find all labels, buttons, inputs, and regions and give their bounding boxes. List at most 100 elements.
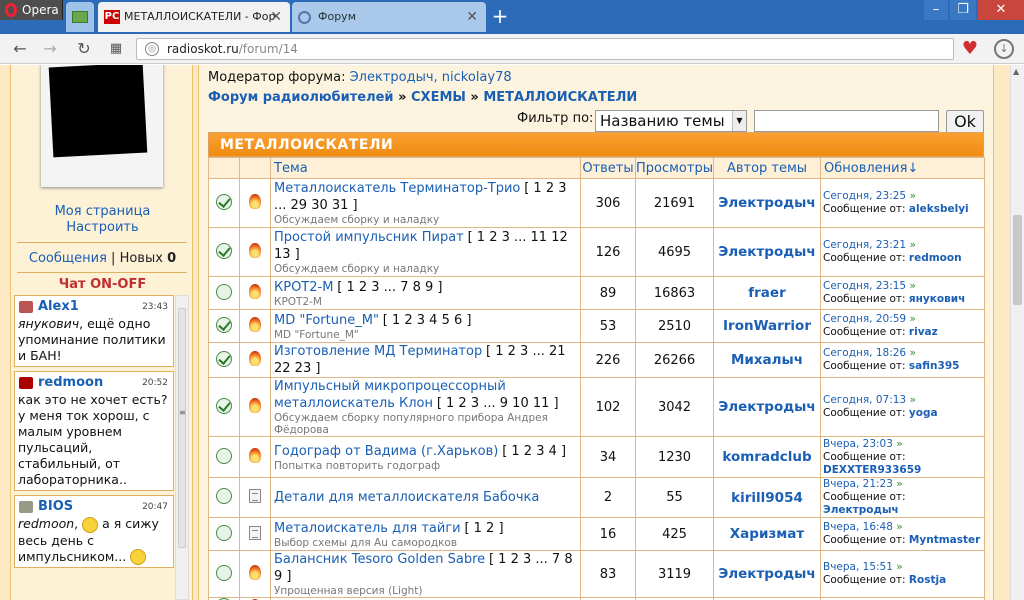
topic-author[interactable]: Харизмат (713, 517, 821, 551)
update-time[interactable]: Сегодня, 18:26 (823, 347, 906, 359)
topic-pages[interactable]: [ 1 2 3 4 ] (502, 444, 566, 459)
topic-link[interactable]: Балансник Tesoro Golden Sabre (274, 552, 485, 567)
chat-scrollbar[interactable]: ≡ (175, 295, 189, 600)
tab-mail[interactable] (66, 2, 94, 32)
hot-topic-icon (249, 351, 261, 366)
go-last-icon[interactable]: » (909, 239, 915, 251)
breadcrumb-metalloiskateli[interactable]: МЕТАЛЛОИСКАТЕЛИ (483, 90, 637, 105)
reload-icon[interactable]: ↻ (74, 39, 94, 59)
go-last-icon[interactable]: » (909, 190, 915, 202)
update-time[interactable]: Сегодня, 07:13 (823, 394, 906, 406)
col-topic[interactable]: Тема (270, 157, 581, 179)
chat-username[interactable]: BIOS (38, 499, 73, 515)
tab-metalloiskateli[interactable]: РС МЕТАЛЛОИСКАТЕЛИ - Фор ✕ (98, 2, 290, 32)
update-author[interactable]: Rostja (909, 574, 946, 586)
topic-link[interactable]: Изготовление МД Терминатор (274, 344, 482, 359)
chat-username[interactable]: Alex1 (38, 299, 79, 315)
update-time[interactable]: Вчера, 23:03 (823, 438, 893, 450)
topic-pages[interactable]: [ 1 2 3 4 5 6 ] (383, 313, 472, 328)
topic-pages[interactable]: [ 1 2 3 ... 9 10 11 ] (437, 396, 559, 411)
topic-link[interactable]: Детали для металлоискателя Бабочка (274, 490, 539, 505)
tab-forum[interactable]: Форум ✕ (292, 2, 486, 32)
go-last-icon[interactable]: » (909, 313, 915, 325)
tab-title: МЕТАЛЛОИСКАТЕЛИ - Фор (124, 10, 276, 23)
opera-menu-button[interactable]: Opera (0, 0, 63, 20)
new-tab-button[interactable]: + (490, 4, 510, 28)
topic-author[interactable]: komradclub (713, 436, 821, 478)
minimize-button[interactable]: – (924, 0, 948, 20)
topic-pages[interactable]: [ 1 2 3 ... 7 8 9 ] (337, 280, 442, 295)
go-last-icon[interactable]: » (896, 478, 902, 490)
update-author[interactable]: янукович (909, 293, 965, 305)
ok-button[interactable]: Ok (946, 110, 984, 133)
moderator-links[interactable]: Электродыч, nickolay78 (350, 70, 512, 85)
close-tab-icon[interactable]: ✕ (270, 2, 282, 32)
update-author[interactable]: redmoon (909, 252, 962, 264)
update-time[interactable]: Сегодня, 20:59 (823, 313, 906, 325)
col-updates[interactable]: Обновления↓ (820, 157, 985, 179)
go-last-icon[interactable]: » (909, 347, 915, 359)
site-info-icon[interactable]: ◎ (145, 42, 159, 56)
chat-username[interactable]: redmoon (38, 375, 103, 391)
update-time[interactable]: Вчера, 16:48 (823, 521, 893, 533)
topic-author[interactable]: Михалыч (713, 342, 821, 378)
topic-link[interactable]: Годограф от Вадима (г.Харьков) (274, 444, 498, 459)
topic-author[interactable]: Электродыч (713, 227, 821, 277)
topic-author[interactable]: fraer (713, 276, 821, 310)
update-time[interactable]: Сегодня, 23:15 (823, 280, 906, 292)
topic-link[interactable]: Простой импульсник Пират (274, 230, 464, 245)
settings-link[interactable]: Настроить (11, 220, 194, 235)
close-window-button[interactable]: ✕ (978, 0, 1024, 20)
go-last-icon[interactable]: » (896, 561, 902, 573)
filter-select[interactable]: Названию темы ▼ (595, 110, 747, 132)
go-last-icon[interactable]: » (909, 394, 915, 406)
go-last-icon[interactable]: » (909, 280, 915, 292)
topic-link[interactable]: MD "Fortune_M" (274, 313, 379, 328)
col-author[interactable]: Автор темы (713, 157, 821, 179)
update-author[interactable]: rivaz (909, 326, 938, 338)
speed-dial-icon[interactable]: ▦ (106, 39, 126, 59)
topic-pages[interactable]: [ 1 2 ] (464, 521, 503, 536)
back-icon[interactable]: ← (10, 39, 30, 59)
topic-author[interactable]: Электродыч (713, 178, 821, 228)
maximize-button[interactable]: ❐ (950, 0, 976, 20)
forward-icon[interactable]: → (40, 39, 60, 59)
col-views[interactable]: Просмотры (635, 157, 714, 179)
update-time[interactable]: Вчера, 21:23 (823, 478, 893, 490)
go-last-icon[interactable]: » (896, 521, 902, 533)
last-update: Сегодня, 23:25 » Сообщение от: aleksbelyi (820, 178, 985, 228)
update-author[interactable]: safin395 (909, 360, 960, 372)
bookmark-heart-icon[interactable]: ♥ (960, 39, 980, 59)
topic-author[interactable]: kirill9054 (713, 477, 821, 518)
topic-author[interactable]: Электродыч (713, 377, 821, 437)
update-time[interactable]: Сегодня, 23:21 (823, 239, 906, 251)
topic-author[interactable]: Электродыч (713, 550, 821, 598)
update-time[interactable]: Сегодня, 23:25 (823, 190, 906, 202)
filter-input[interactable] (754, 110, 939, 132)
update-author[interactable]: DEXXTER933659 (823, 464, 921, 476)
messages-link[interactable]: Сообщения (29, 251, 107, 266)
topic-link[interactable]: КРОТ2-М (274, 280, 333, 295)
update-author[interactable]: Электродыч (823, 504, 899, 516)
topic-author[interactable]: IronWarrior (713, 309, 821, 343)
update-author[interactable]: Myntmaster (909, 534, 980, 546)
update-author[interactable]: yoga (909, 407, 938, 419)
col-replies[interactable]: Ответы (580, 157, 636, 179)
breadcrumb-schemes[interactable]: СХЕМЫ (411, 90, 466, 105)
download-icon[interactable]: ↓ (994, 39, 1014, 59)
hot-topic-icon (249, 284, 261, 299)
my-page-link[interactable]: Моя страница (11, 204, 194, 219)
update-time[interactable]: Вчера, 15:51 (823, 561, 893, 573)
read-check-icon (216, 350, 232, 367)
topic-cell: Годограф от Вадима (г.Харьков) [ 1 2 3 4… (270, 436, 581, 478)
chat-title[interactable]: Чат ON-OFF (11, 277, 194, 292)
last-update: Сегодня, 23:15 » Сообщение от: янукович (820, 276, 985, 310)
topic-link[interactable]: Металлоискатель Терминатор-Трио (274, 181, 520, 196)
address-field[interactable]: ◎ radioskot.ru/forum/14 (136, 38, 954, 60)
breadcrumb-forum[interactable]: Форум радиолюбителей (208, 90, 394, 105)
close-tab-icon[interactable]: ✕ (466, 2, 478, 32)
page-scrollbar[interactable]: ▲ (1010, 65, 1024, 600)
update-author[interactable]: aleksbelyi (909, 203, 969, 215)
topic-link[interactable]: Металоискатель для тайги (274, 521, 461, 536)
go-last-icon[interactable]: » (896, 438, 902, 450)
